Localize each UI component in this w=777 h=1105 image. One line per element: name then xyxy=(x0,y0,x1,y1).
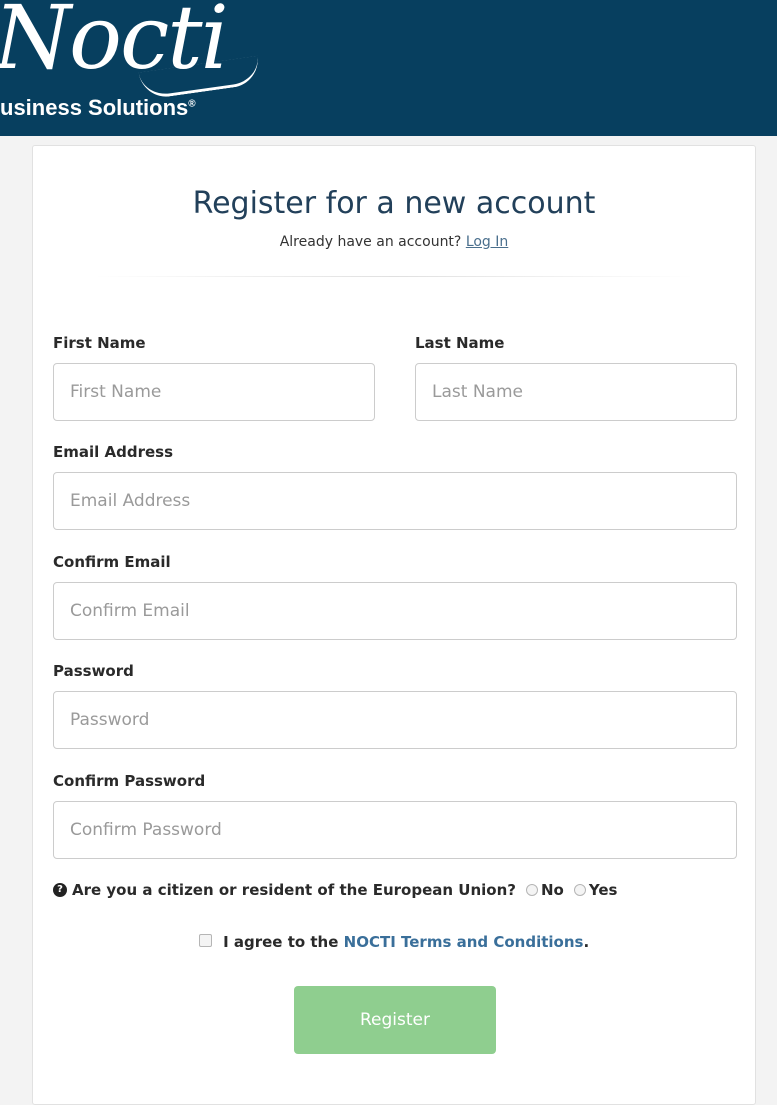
first-name-label: First Name xyxy=(53,334,146,352)
login-prompt: Already have an account? Log In xyxy=(33,234,755,250)
login-link[interactable]: Log In xyxy=(466,234,508,250)
email-input[interactable] xyxy=(53,472,737,530)
confirm-email-input[interactable] xyxy=(53,582,737,640)
eu-yes-label[interactable]: Yes xyxy=(589,881,618,899)
eu-yes-radio[interactable] xyxy=(573,884,586,896)
confirm-email-label: Confirm Email xyxy=(53,553,171,571)
logo-subtitle: usiness Solutions® xyxy=(0,95,196,121)
question-circle-icon: ? xyxy=(53,883,67,897)
eu-no-label[interactable]: No xyxy=(541,881,564,899)
divider xyxy=(93,276,695,277)
email-label: Email Address xyxy=(53,443,174,461)
password-label: Password xyxy=(53,662,134,680)
eu-question-row: ? Are you a citizen or resident of the E… xyxy=(53,881,617,899)
eu-question-text: Are you a citizen or resident of the Eur… xyxy=(72,881,516,899)
login-prompt-text: Already have an account? xyxy=(279,234,462,250)
eu-no-radio[interactable] xyxy=(525,884,538,896)
agree-text: I agree to the xyxy=(223,933,339,951)
confirm-password-input[interactable] xyxy=(53,801,737,859)
register-button[interactable]: Register xyxy=(294,986,496,1054)
page-title: Register for a new account xyxy=(192,186,596,221)
terms-agreement-row: I agree to the NOCTI Terms and Condition… xyxy=(33,933,755,951)
last-name-label: Last Name xyxy=(415,334,505,352)
terms-checkbox[interactable] xyxy=(198,934,212,947)
last-name-input[interactable] xyxy=(415,363,737,421)
agree-suffix: . xyxy=(583,933,590,951)
site-header: Nocti usiness Solutions® xyxy=(0,0,777,136)
logo-subtitle-text: usiness Solutions xyxy=(0,95,189,120)
registered-mark: ® xyxy=(188,98,196,110)
register-card: Register for a new account Already have … xyxy=(32,145,756,1105)
terms-link[interactable]: NOCTI Terms and Conditions xyxy=(344,933,584,951)
password-input[interactable] xyxy=(53,691,737,749)
first-name-input[interactable] xyxy=(53,363,375,421)
confirm-password-label: Confirm Password xyxy=(53,772,206,790)
